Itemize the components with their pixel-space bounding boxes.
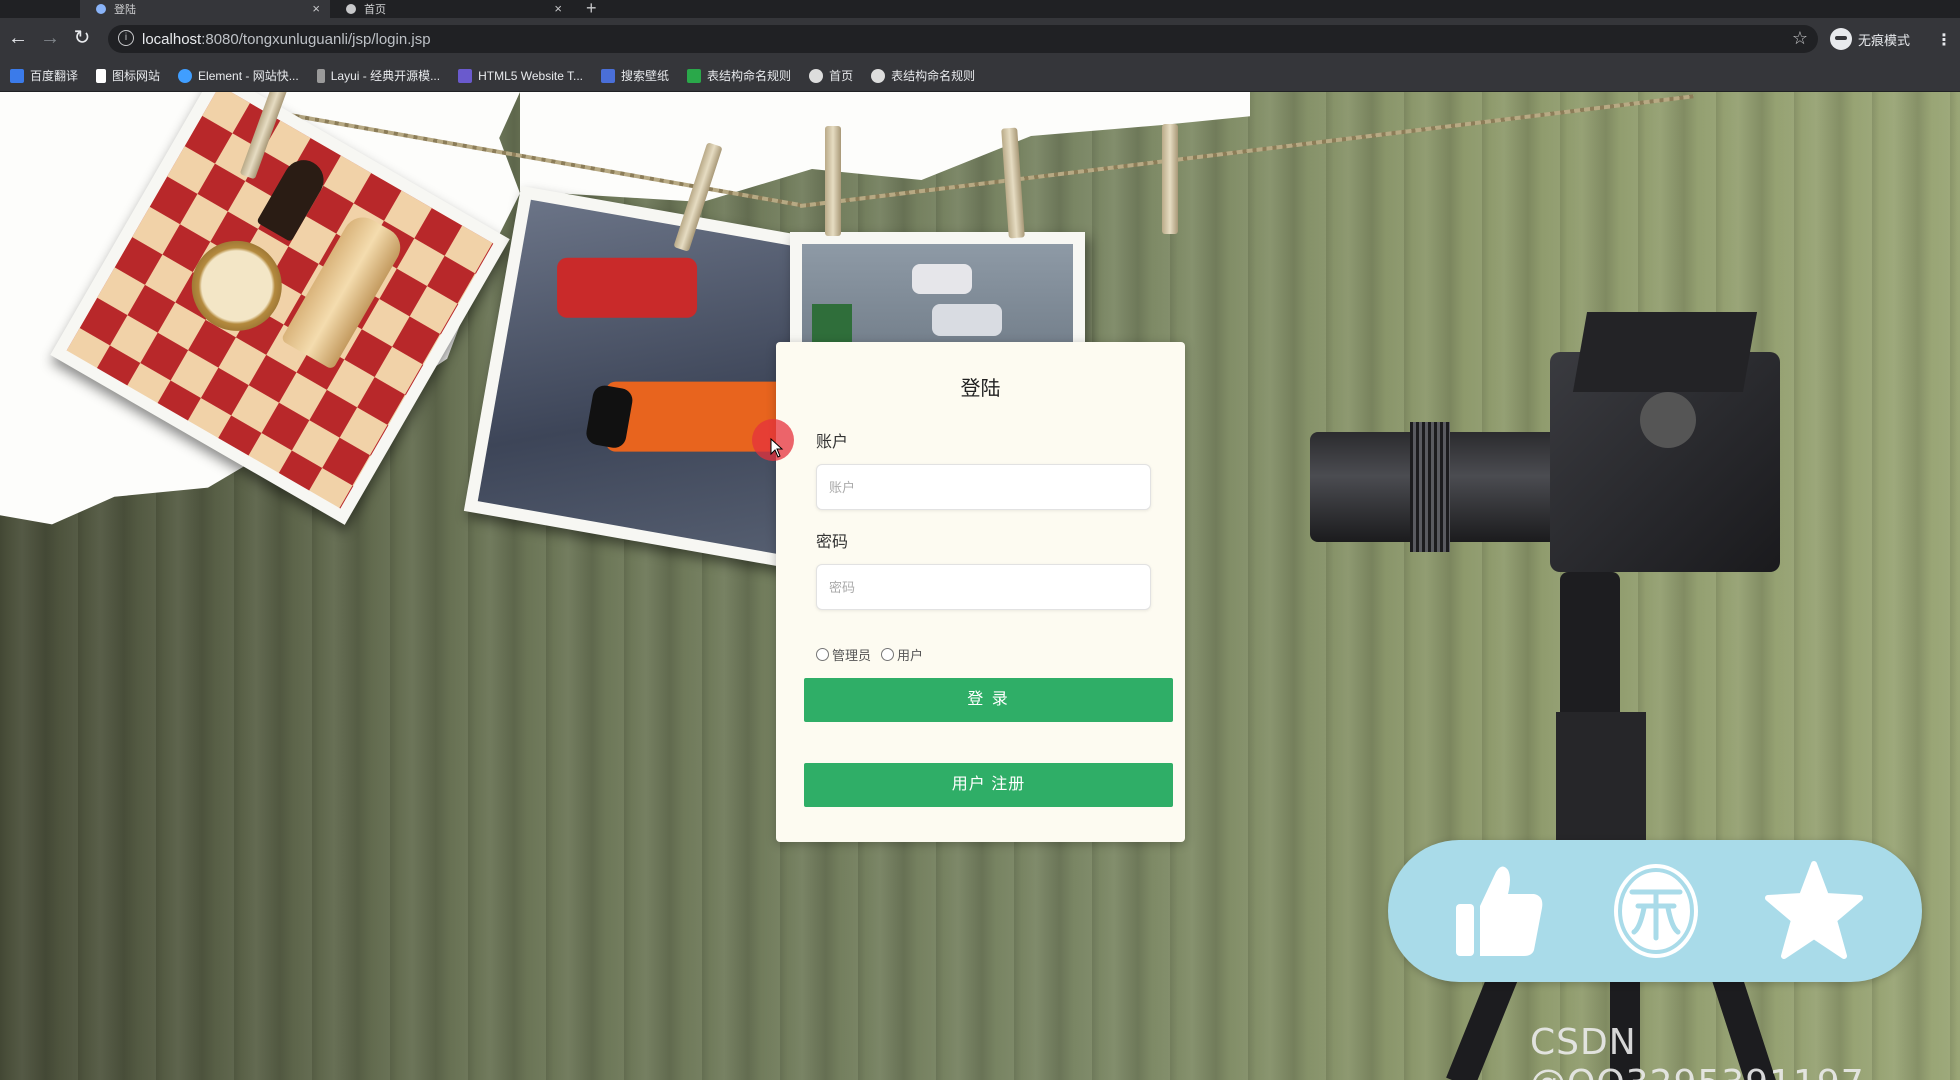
incognito-indicator[interactable]: 无痕模式	[1830, 27, 1910, 51]
globe-icon	[809, 68, 824, 83]
login-card: 登陆 账户 密码 管理员 用户 登 录 用户 注册	[776, 342, 1185, 842]
html5-logo-icon	[458, 68, 473, 83]
chess-king-graphic	[280, 210, 408, 371]
menu-kebab-icon[interactable]: ⋮	[1936, 30, 1952, 50]
login-title: 登陆	[960, 378, 1001, 400]
tab-home[interactable]: 首页 ×	[330, 0, 572, 18]
back-arrow-icon[interactable]: ←	[6, 26, 30, 50]
wallpaper-logo-icon	[601, 68, 616, 83]
bookmark-item[interactable]: 图标网站	[96, 67, 160, 84]
tab-login[interactable]: 登陆 ×	[80, 0, 330, 18]
globe-icon	[346, 4, 356, 14]
tab-strip: 登陆 × 首页 × +	[0, 0, 1960, 18]
site-favicon-icon	[96, 4, 106, 14]
bookmark-item[interactable]: 表结构命名规则	[687, 67, 791, 84]
address-bar-row: ← → ↻ i localhost:8080/tongxunluguanli/j…	[0, 18, 1960, 60]
clothespin	[825, 126, 841, 236]
mouse-cursor-icon	[770, 438, 784, 458]
thumbs-up-icon[interactable]	[1448, 858, 1548, 964]
chess-pawn-graphic	[256, 152, 331, 243]
bookmark-item[interactable]: 首页	[809, 67, 853, 84]
bookmark-star-icon[interactable]: ☆	[1792, 28, 1808, 49]
incognito-label: 无痕模式	[1858, 32, 1911, 48]
new-tab-button[interactable]: +	[586, 0, 597, 19]
clothespin	[1162, 124, 1178, 234]
role-admin-label: 管理员	[832, 648, 872, 663]
tripod-head	[1560, 572, 1620, 732]
close-tab-icon[interactable]: ×	[554, 1, 562, 16]
coin-icon[interactable]	[1606, 858, 1706, 964]
car-graphic	[932, 304, 1002, 336]
url-text: localhost:8080/tongxunluguanli/jsp/login…	[142, 31, 431, 48]
watermark-text: CSDN @QQ3295391197	[1530, 1022, 1864, 1080]
red-race-car-graphic	[557, 257, 698, 318]
user-radio[interactable]	[881, 648, 895, 661]
incognito-icon	[1830, 28, 1852, 50]
torn-paper-decoration	[520, 92, 1250, 202]
car-graphic	[912, 264, 972, 294]
flag-icon	[96, 68, 107, 83]
reload-icon[interactable]: ↻	[70, 26, 94, 50]
info-icon[interactable]: i	[118, 30, 134, 46]
camera-lens-ring	[1410, 422, 1450, 552]
clothespin	[1001, 127, 1025, 239]
camera-viewfinder	[1572, 312, 1758, 392]
layui-logo-icon	[316, 68, 325, 83]
bookmark-item[interactable]: HTML5 Website T...	[458, 68, 583, 83]
star-icon[interactable]	[1764, 858, 1864, 964]
login-page-background: 登陆 账户 密码 管理员 用户 登 录 用户 注册	[0, 92, 1960, 1080]
bookmarks-bar: 百度翻译 图标网站 Element - 网站快... Layui - 经典开源模…	[0, 60, 1960, 92]
bookmark-item[interactable]: 表结构命名规则	[871, 67, 975, 84]
role-admin-option[interactable]: 管理员	[816, 645, 871, 664]
pocket-watch-graphic	[175, 224, 299, 348]
bookmark-item[interactable]: 百度翻译	[10, 67, 78, 84]
translate-icon	[10, 68, 24, 83]
bookmark-item[interactable]: Element - 网站快...	[178, 67, 299, 84]
url-field[interactable]: i localhost:8080/tongxunluguanli/jsp/log…	[108, 25, 1818, 53]
sheet-icon	[687, 68, 702, 83]
account-input[interactable]	[816, 464, 1151, 510]
car-graphic	[812, 304, 852, 344]
login-button[interactable]: 登 录	[804, 678, 1173, 722]
bookmark-item[interactable]: Layui - 经典开源模...	[316, 67, 440, 84]
tab-title: 首页	[364, 4, 386, 16]
bookmark-item[interactable]: 搜索壁纸	[601, 67, 669, 84]
floating-action-panel	[1388, 840, 1922, 982]
password-label: 密码	[816, 534, 849, 551]
account-label: 账户	[816, 434, 849, 451]
role-user-option[interactable]: 用户	[881, 645, 923, 664]
admin-radio[interactable]	[816, 648, 829, 661]
globe-icon	[871, 68, 886, 83]
element-logo-icon	[178, 68, 193, 83]
tab-title: 登陆	[114, 4, 136, 16]
role-user-label: 用户	[897, 648, 924, 663]
password-input[interactable]	[816, 564, 1151, 610]
forward-arrow-icon[interactable]: →	[38, 26, 62, 50]
close-tab-icon[interactable]: ×	[312, 1, 320, 16]
register-button[interactable]: 用户 注册	[804, 763, 1173, 807]
camera-dial	[1640, 392, 1696, 448]
role-selector: 管理员 用户	[816, 645, 933, 664]
